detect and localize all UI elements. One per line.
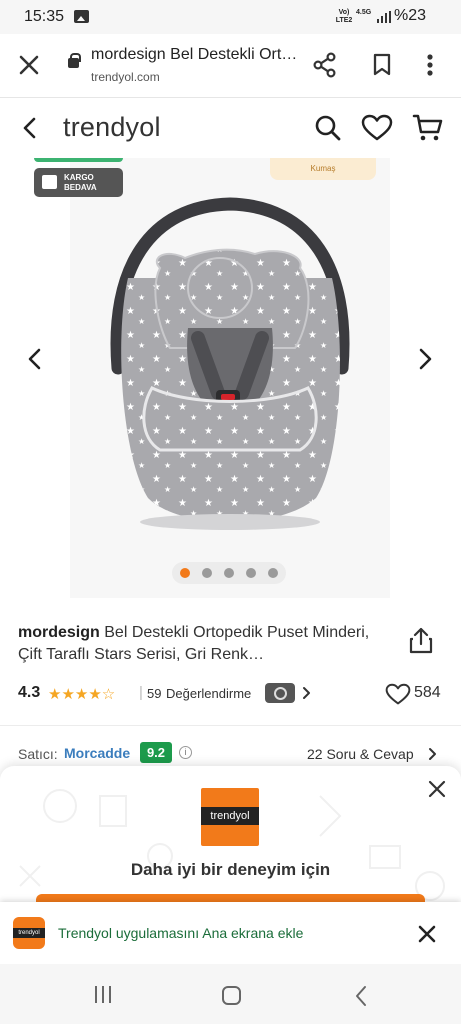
chevron-left-icon [28, 348, 41, 370]
campaign-badge [34, 158, 123, 162]
page-url[interactable]: trendyol.com [91, 70, 160, 84]
cart-button[interactable] [412, 113, 444, 148]
product-image-gallery[interactable]: ★ ★ Kumaş KARGO BEDAVA [0, 158, 461, 604]
chevron-right-icon [429, 748, 436, 760]
review-count[interactable]: 59 [147, 686, 161, 701]
share-icon [313, 52, 336, 78]
pagination-dot[interactable] [202, 568, 212, 578]
share-upload-icon [409, 627, 433, 654]
product-title: mordesign Bel Destekli Ortopedik Puset M… [18, 622, 378, 666]
close-icon [19, 55, 39, 75]
pagination-dot[interactable] [224, 568, 234, 578]
chevron-right-icon [419, 348, 432, 370]
separator: | [139, 684, 143, 701]
close-icon [428, 780, 446, 798]
questions-link[interactable]: 22 Soru & Cevap [307, 746, 414, 762]
network-type: 4.5G [356, 9, 372, 16]
status-bar: 15:35 Vo) LTE2 4.5G %23 [0, 0, 461, 34]
system-navigation-bar [0, 964, 461, 1024]
promo-cta-button[interactable] [36, 894, 425, 902]
home-button[interactable] [222, 986, 241, 1005]
bookmark-icon [373, 53, 391, 76]
bookmark-button[interactable] [372, 53, 392, 82]
seller-row: Satıcı: Morcadde 9.2 i 22 Soru & Cevap [18, 742, 448, 764]
close-promo-button[interactable] [428, 780, 446, 803]
dismiss-banner-button[interactable] [418, 925, 436, 948]
chevron-right-icon [303, 687, 310, 699]
add-to-home-text[interactable]: Trendyol uygulamasını Ana ekrana ekle [58, 925, 303, 941]
network-indicator: Vo) LTE2 [335, 9, 353, 24]
heart-icon [385, 683, 411, 705]
next-image-button[interactable] [416, 348, 434, 375]
product-share-button[interactable] [408, 626, 434, 659]
site-logo[interactable]: trendyol [63, 112, 161, 143]
fabric-tag: Kumaş [270, 158, 376, 180]
favorites-button[interactable] [361, 114, 393, 147]
rating-score: 4.3 [18, 684, 41, 701]
lock-icon [68, 53, 81, 68]
close-icon [418, 925, 436, 943]
back-button[interactable] [20, 116, 40, 145]
search-button[interactable] [314, 114, 342, 147]
previous-image-button[interactable] [26, 348, 44, 375]
image-pagination [172, 562, 286, 584]
pagination-dot[interactable] [246, 568, 256, 578]
add-to-home-banner[interactable]: trendyol Trendyol uygulamasını Ana ekran… [0, 902, 461, 964]
photo-reviews-icon[interactable] [265, 683, 295, 703]
seller-score-badge: 9.2 [140, 742, 172, 763]
car-seat-illustration: ★ ★ [110, 197, 350, 530]
status-time: 15:35 [24, 8, 65, 25]
heart-icon [361, 114, 393, 141]
package-icon [42, 175, 57, 189]
rating-row: 4.3 ★★★★☆ | 59 Değerlendirme 584 [18, 682, 448, 706]
battery-level: %23 [394, 7, 427, 24]
divider [0, 725, 461, 726]
seller-name[interactable]: Morcadde [64, 745, 130, 761]
free-shipping-badge: KARGO BEDAVA [34, 168, 123, 197]
back-arrow-icon [356, 986, 366, 1006]
trendyol-app-logo: trendyol [201, 788, 259, 846]
brand-name[interactable]: mordesign [18, 624, 100, 641]
share-button[interactable] [312, 52, 338, 83]
seller-label: Satıcı: [18, 746, 58, 762]
phone-screen: 15:35 Vo) LTE2 4.5G %23 mordesign Bel De… [0, 0, 461, 1024]
info-icon[interactable]: i [179, 746, 192, 759]
close-tab-button[interactable] [18, 54, 40, 81]
recent-apps-button[interactable] [94, 986, 112, 1004]
trendyol-app-icon: trendyol [13, 917, 45, 949]
product-image[interactable]: ★ ★ [70, 158, 390, 598]
pagination-dot[interactable] [268, 568, 278, 578]
site-header: trendyol [0, 98, 461, 158]
search-icon [315, 115, 341, 141]
more-options-button[interactable] [426, 53, 434, 82]
chevron-left-icon [23, 117, 36, 139]
rating-stars: ★★★★☆ [48, 686, 116, 703]
browser-toolbar: mordesign Bel Destekli Ort… trendyol.com [0, 34, 461, 98]
reviews-chevron[interactable] [301, 686, 311, 705]
app-promo-sheet: trendyol Daha iyi bir deneyim için [0, 766, 461, 902]
promo-headline: Daha iyi bir deneyim için [130, 860, 331, 879]
signal-icon [377, 11, 391, 23]
add-favorite-button[interactable] [385, 683, 411, 711]
cart-icon [412, 114, 443, 141]
page-title[interactable]: mordesign Bel Destekli Ort… [91, 46, 297, 64]
reviews-link[interactable]: Değerlendirme [166, 686, 251, 701]
system-back-button[interactable] [354, 985, 368, 1012]
favorite-count: 584 [414, 684, 441, 701]
more-vert-icon [427, 54, 433, 76]
questions-chevron[interactable] [427, 747, 437, 764]
gallery-notification-icon [74, 10, 89, 23]
pagination-dot[interactable] [180, 568, 190, 578]
